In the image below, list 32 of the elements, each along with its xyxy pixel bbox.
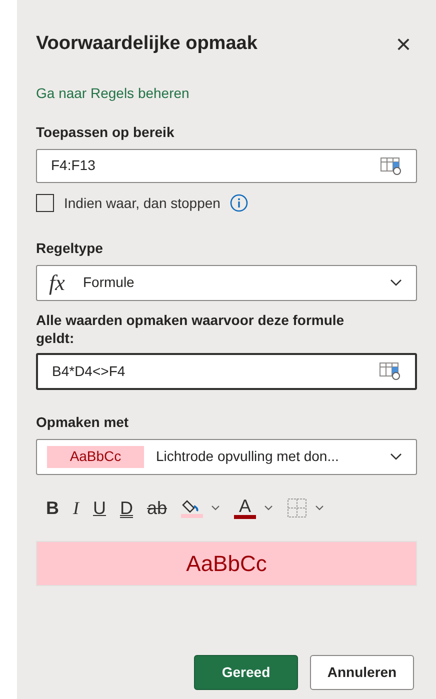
field-label: Toepassen op bereik xyxy=(36,122,176,142)
range-picker-icon[interactable] xyxy=(380,156,402,174)
style-sample: AaBbCc xyxy=(47,446,144,468)
chevron-down-icon xyxy=(390,278,402,286)
italic-button[interactable]: I xyxy=(73,498,79,516)
format-preview: AaBbCc xyxy=(36,540,417,586)
checkbox-label: Indien waar, dan stoppen xyxy=(64,194,220,213)
done-button[interactable]: Gereed xyxy=(194,655,298,690)
bold-button[interactable]: B xyxy=(46,498,59,516)
underline-button[interactable]: U xyxy=(93,498,106,516)
font-color-button[interactable]: A xyxy=(234,496,256,518)
close-button[interactable]: × xyxy=(396,31,411,58)
chevron-down-icon xyxy=(390,452,402,460)
chevron-down-icon[interactable] xyxy=(211,504,220,510)
strikethrough-button[interactable]: ab xyxy=(147,498,168,516)
cancel-button[interactable]: Annuleren xyxy=(310,655,414,690)
manage-rules-link[interactable]: Ga naar Regels beheren xyxy=(36,82,417,104)
rule-type-dropdown[interactable]: fx Formule xyxy=(36,264,417,300)
double-underline-button[interactable]: D xyxy=(120,498,133,516)
field-label: Alle waarden opmaken waarvoor deze formule geldt: xyxy=(36,310,346,346)
input-field[interactable]: F4:F13 xyxy=(36,148,417,182)
checkbox[interactable] xyxy=(36,194,54,212)
panel-title: Voorwaardelijke opmaak xyxy=(36,32,258,56)
chevron-down-icon[interactable] xyxy=(315,504,324,510)
chevron-down-icon[interactable] xyxy=(264,504,274,510)
info-icon[interactable] xyxy=(230,194,248,212)
field-label: Opmaken met xyxy=(36,412,130,432)
field-label: Regeltype xyxy=(36,238,104,258)
fill-color-button[interactable] xyxy=(181,498,204,518)
input-field[interactable]: B4*D4<>F4 xyxy=(36,352,417,390)
format-style-dropdown[interactable]: AaBbCc Lichtrode opvulling met don... xyxy=(36,438,417,474)
range-picker-icon[interactable] xyxy=(379,362,401,380)
